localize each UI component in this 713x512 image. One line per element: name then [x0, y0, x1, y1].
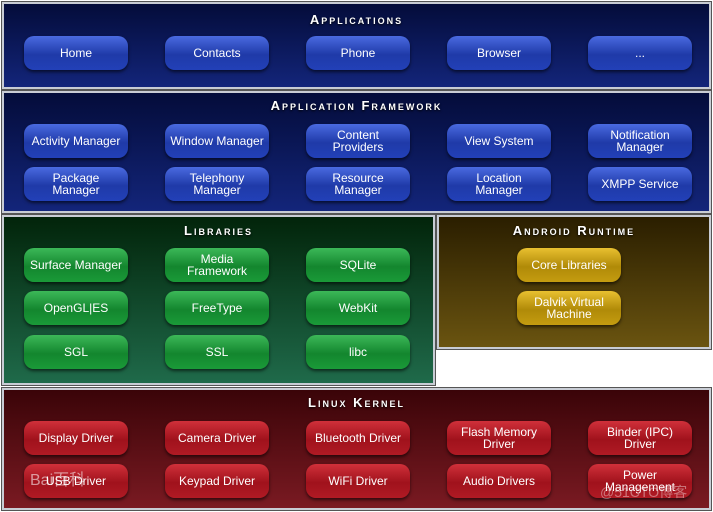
kernel-component-bluetooth-driver: Bluetooth Driver	[306, 421, 410, 455]
framework-component-telephony-manager: Telephony Manager	[165, 167, 269, 201]
framework-component-view-system: View System	[447, 124, 551, 158]
framework-component-notification-manager: Notification Manager	[588, 124, 692, 158]
kernel-component-usb-driver: USB Driver	[24, 464, 128, 498]
libraries-component-freetype: FreeType	[165, 291, 269, 325]
kernel-component-wifi-driver: WiFi Driver	[306, 464, 410, 498]
framework-component-location-manager: Location Manager	[447, 167, 551, 201]
kernel-component-audio-drivers: Audio Drivers	[447, 464, 551, 498]
runtime-component-core-libraries: Core Libraries	[517, 248, 621, 282]
framework-component-resource-manager: Resource Manager	[306, 167, 410, 201]
applications-component-phone: Phone	[306, 36, 410, 70]
framework-component-content-providers: Content Providers	[306, 124, 410, 158]
libraries-component-opengl-es: OpenGL|ES	[24, 291, 128, 325]
libraries-title: Libraries	[184, 223, 253, 238]
libraries-component-sgl: SGL	[24, 335, 128, 369]
runtime-component-dalvik-virtual-machine: Dalvik Virtual Machine	[517, 291, 621, 325]
kernel-title: Linux Kernel	[308, 395, 405, 410]
framework-component-package-manager: Package Manager	[24, 167, 128, 201]
libraries-component-surface-manager: Surface Manager	[24, 248, 128, 282]
libraries-component-sqlite: SQLite	[306, 248, 410, 282]
framework-title: Application Framework	[270, 98, 443, 113]
kernel-component-flash-memory-driver: Flash Memory Driver	[447, 421, 551, 455]
applications-component-browser: Browser	[447, 36, 551, 70]
runtime-layer: Android Runtime	[436, 214, 712, 350]
framework-component-activity-manager: Activity Manager	[24, 124, 128, 158]
kernel-component-camera-driver: Camera Driver	[165, 421, 269, 455]
applications-component-: ...	[588, 36, 692, 70]
runtime-title: Android Runtime	[512, 223, 636, 238]
applications-title: Applications	[309, 12, 404, 27]
framework-component-window-manager: Window Manager	[165, 124, 269, 158]
framework-component-xmpp-service: XMPP Service	[588, 167, 692, 201]
kernel-component-display-driver: Display Driver	[24, 421, 128, 455]
libraries-component-media-framework: Media Framework	[165, 248, 269, 282]
applications-component-contacts: Contacts	[165, 36, 269, 70]
applications-component-home: Home	[24, 36, 128, 70]
libraries-component-ssl: SSL	[165, 335, 269, 369]
kernel-component-keypad-driver: Keypad Driver	[165, 464, 269, 498]
libraries-component-libc: libc	[306, 335, 410, 369]
libraries-component-webkit: WebKit	[306, 291, 410, 325]
kernel-component-power-management: Power Management	[588, 464, 692, 498]
kernel-component-binder-ipc-driver: Binder (IPC) Driver	[588, 421, 692, 455]
